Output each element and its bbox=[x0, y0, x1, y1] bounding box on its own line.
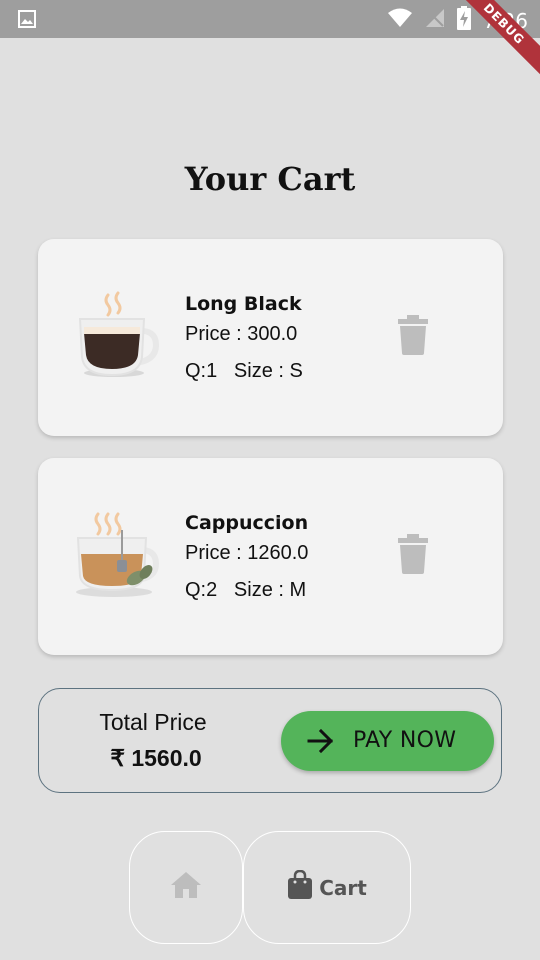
shopping-bag-icon bbox=[287, 869, 313, 905]
arrow-right-icon bbox=[307, 728, 335, 759]
item-qty-size: Q:1 Size : S bbox=[185, 360, 303, 382]
cart-item-card: Long Black Price : 300.0 Q:1 Size : S bbox=[38, 239, 503, 436]
item-qty-size: Q:2 Size : M bbox=[185, 579, 307, 601]
no-signal-icon bbox=[425, 8, 445, 33]
item-name: Long Black bbox=[185, 293, 302, 315]
home-icon bbox=[170, 871, 202, 904]
wifi-icon bbox=[387, 8, 413, 33]
battery-charging-icon bbox=[457, 6, 472, 35]
tea-cup-icon bbox=[74, 508, 164, 600]
total-panel: Total Price ₹ 1560.0 PAY NOW bbox=[38, 688, 502, 793]
status-bar: 7:26 DEBUG bbox=[0, 0, 540, 81]
nav-cart-label: Cart bbox=[319, 875, 367, 900]
total-value: ₹ 1560.0 bbox=[110, 745, 202, 771]
total-label: Total Price bbox=[99, 709, 207, 735]
long-black-coffee-icon bbox=[74, 289, 164, 381]
page-title: Your Cart bbox=[184, 160, 356, 198]
cart-item-card: Cappuccion Price : 1260.0 Q:2 Size : M bbox=[38, 458, 503, 655]
trash-icon bbox=[397, 533, 429, 579]
delete-item-button[interactable] bbox=[393, 533, 433, 579]
item-price: Price : 1260.0 bbox=[185, 542, 309, 564]
image-icon bbox=[18, 10, 36, 33]
pay-now-label: PAY NOW bbox=[353, 728, 457, 753]
item-name: Cappuccion bbox=[185, 512, 309, 534]
delete-item-button[interactable] bbox=[393, 314, 433, 360]
pay-now-button[interactable]: PAY NOW bbox=[281, 711, 494, 771]
nav-home-button[interactable] bbox=[129, 831, 243, 944]
nav-cart-button[interactable]: Cart bbox=[243, 831, 411, 944]
trash-icon bbox=[397, 314, 429, 360]
item-price: Price : 300.0 bbox=[185, 323, 298, 345]
